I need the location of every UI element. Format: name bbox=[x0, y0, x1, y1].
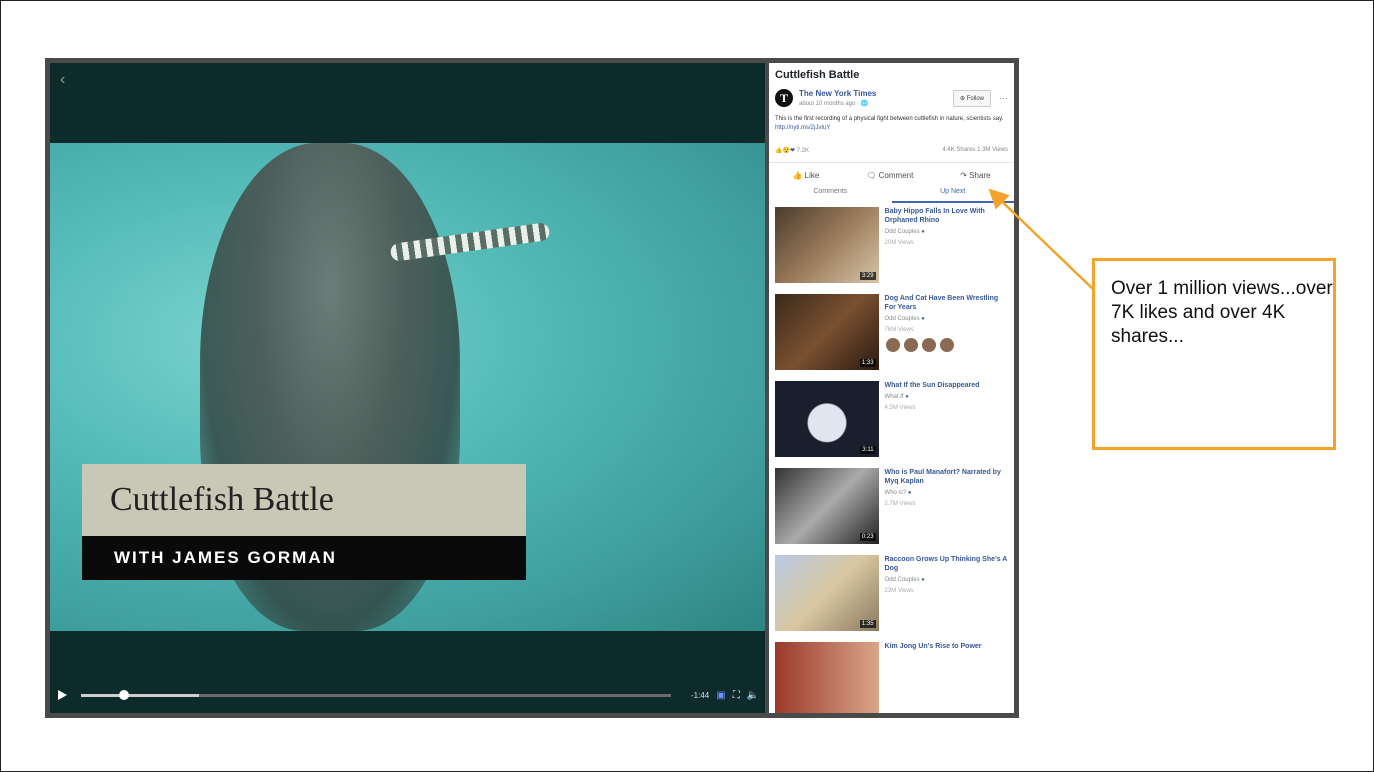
annotation-box: Over 1 million views...over 7K likes and… bbox=[1092, 258, 1336, 450]
annotation-text: Over 1 million views...over 7K likes and… bbox=[1111, 278, 1333, 347]
